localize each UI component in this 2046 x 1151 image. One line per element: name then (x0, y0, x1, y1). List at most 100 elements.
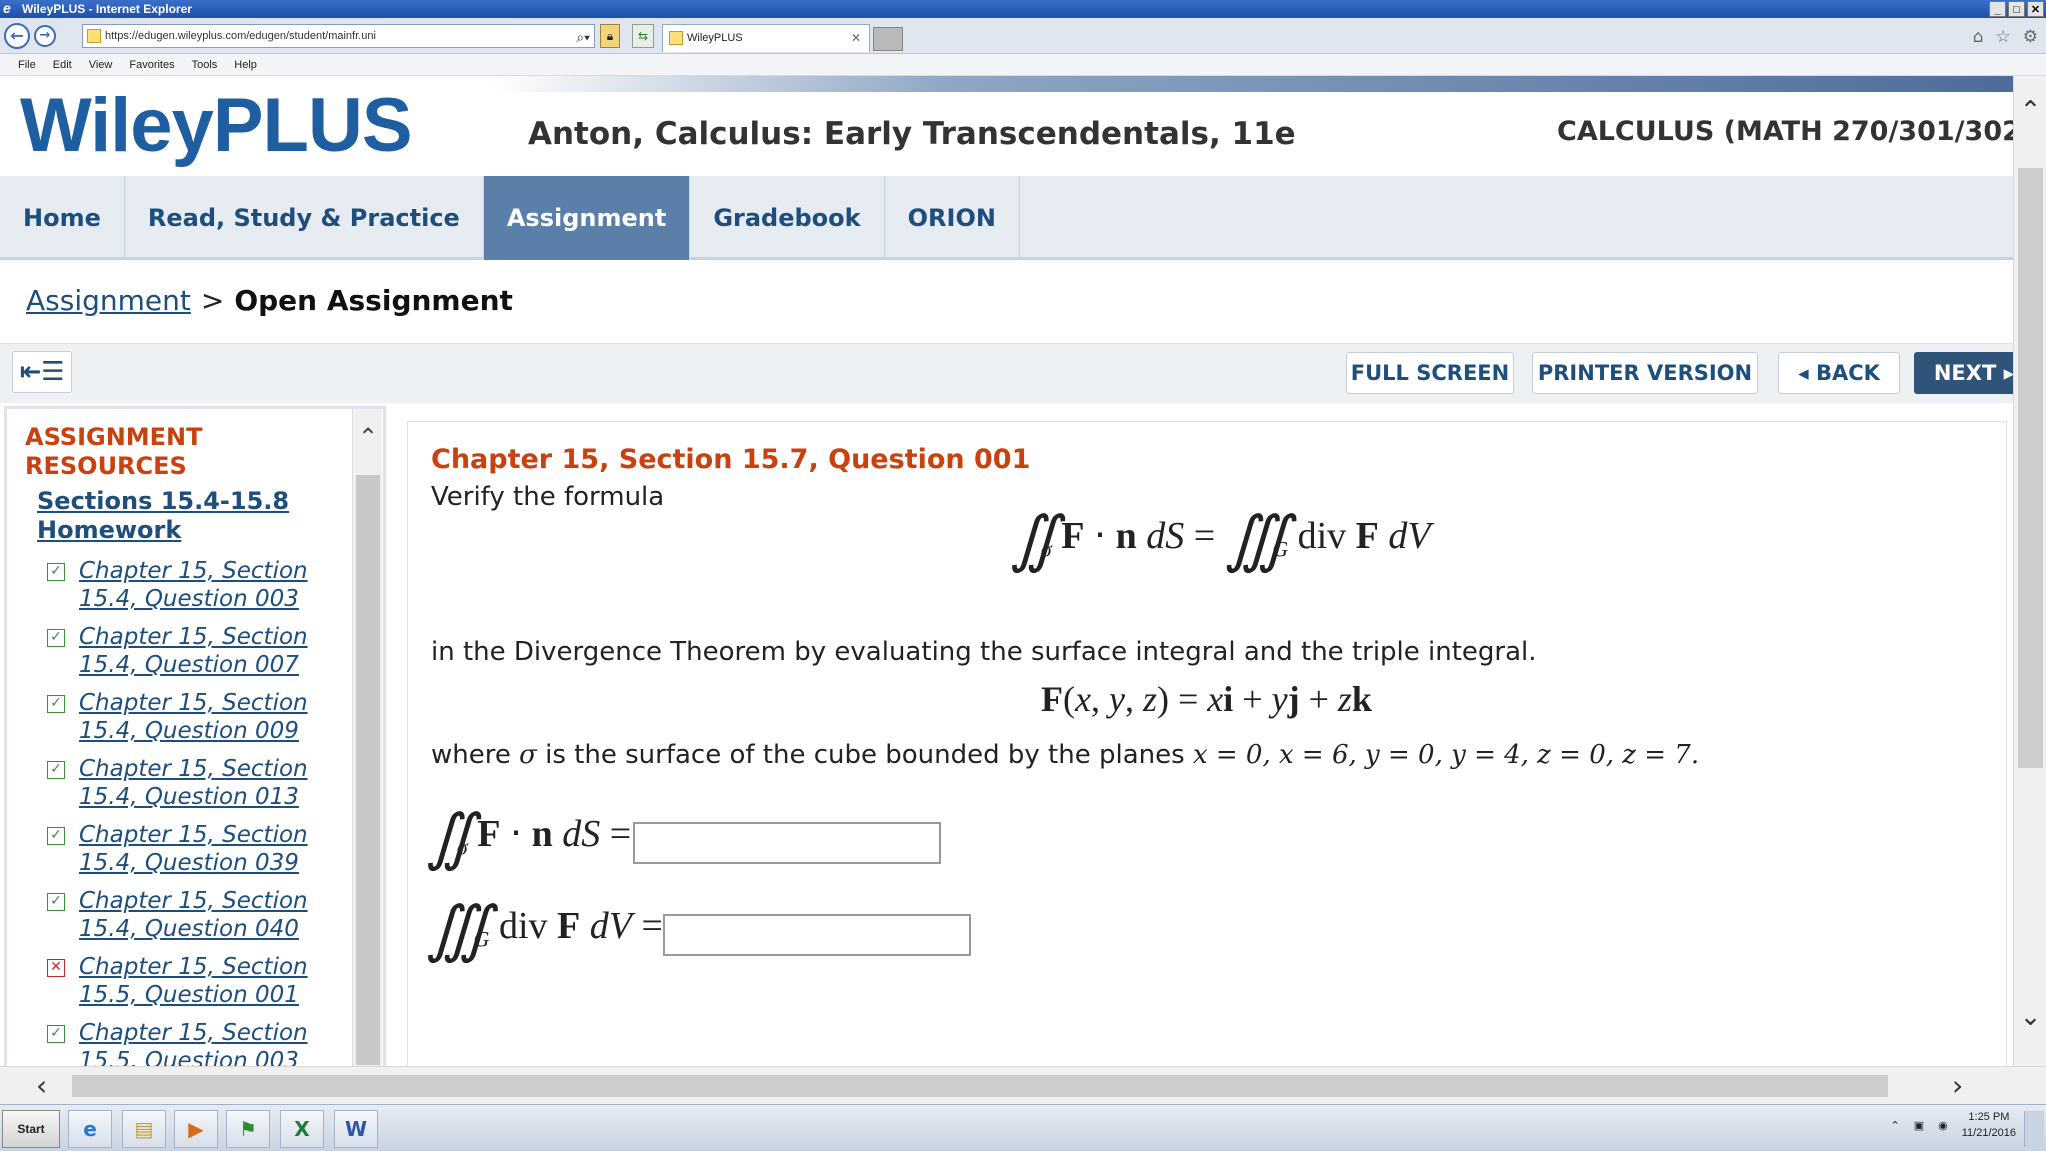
checkmark-icon: ✓ (47, 695, 65, 713)
lock-icon[interactable]: 🔒︎ (600, 24, 620, 48)
chevron-left-icon[interactable]: ‹ (36, 1069, 47, 1102)
internet-explorer-icon[interactable]: e (68, 1110, 112, 1148)
list-item[interactable]: ✓ Chapter 15, Section 15.4, Question 009 (47, 689, 347, 755)
assignment-toolbar: ⇤☰ FULL SCREEN PRINTER VERSION ◂ BACK NE… (0, 343, 2013, 403)
surface-integral-answer-input[interactable] (633, 822, 941, 864)
chevron-right-icon[interactable]: › (1952, 1069, 1963, 1102)
question-link[interactable]: Chapter 15, Section 15.4, Question 009 (79, 690, 308, 744)
sidebar-scroll-thumb[interactable] (356, 475, 380, 1065)
close-window-button[interactable]: ✕ (2027, 1, 2044, 17)
question-list: ✓ Chapter 15, Section 15.4, Question 003… (47, 557, 347, 1066)
site-header: WileyPLUS Anton, Calculus: Early Transce… (0, 76, 2013, 176)
checkmark-icon: ✓ (47, 563, 65, 581)
triple-integral-answer-input[interactable] (663, 914, 971, 956)
start-button[interactable]: Start (2, 1110, 60, 1148)
question-link[interactable]: Chapter 15, Section 15.4, Question 013 (79, 756, 308, 810)
question-link[interactable]: Chapter 15, Section 15.4, Question 003 (79, 558, 308, 612)
next-button[interactable]: NEXT ▸ (1914, 352, 2013, 394)
refresh-icon[interactable]: ⇆ (632, 24, 654, 48)
word-icon[interactable]: W (334, 1110, 378, 1148)
forward-arrow-icon[interactable]: → (34, 25, 56, 47)
question-link[interactable]: Chapter 15, Section 15.4, Question 007 (79, 624, 308, 678)
where-text: is the surface of the cube bounded by th… (545, 740, 1185, 770)
menu-help[interactable]: Help (234, 54, 257, 75)
browser-tab[interactable]: WileyPLUS ✕ (662, 24, 870, 52)
breadcrumb-assignment-link[interactable]: Assignment (26, 284, 191, 317)
address-bar[interactable]: https://edugen.wileyplus.com/edugen/stud… (82, 24, 595, 48)
list-item[interactable]: ✓ Chapter 15, Section 15.4, Question 007 (47, 623, 347, 689)
back-arrow-icon[interactable]: ← (4, 23, 30, 49)
list-item[interactable]: ✓ Chapter 15, Section 15.4, Question 013 (47, 755, 347, 821)
divergence-formula: ∬σ F ⋅ n dS = ∭G div F dV (1010, 506, 1431, 574)
question-link[interactable]: Chapter 15, Section 15.4, Question 039 (79, 822, 308, 876)
favorites-star-icon[interactable]: ☆ (1996, 27, 2011, 47)
homework-link[interactable]: Sections 15.4-15.8 Homework (37, 487, 307, 545)
question-link[interactable]: Chapter 15, Section 15.4, Question 040 (79, 888, 308, 942)
checkmark-icon: ✓ (47, 629, 65, 647)
excel-icon[interactable]: X (280, 1110, 324, 1148)
checkmark-icon: ✓ (47, 1025, 65, 1043)
printer-version-button[interactable]: PRINTER VERSION (1532, 352, 1758, 394)
question-link[interactable]: Chapter 15, Section 15.5, Question 003 (79, 1020, 308, 1066)
chevron-down-icon[interactable]: ⌄ (2014, 1002, 2046, 1032)
page-horizontal-scrollbar[interactable]: ‹ › (0, 1066, 2046, 1104)
system-tray: ⌃ ▣ ◉ 1:25 PM 11/21/2016 (1891, 1109, 2016, 1141)
horizontal-scroll-thumb[interactable] (72, 1075, 1888, 1097)
chevron-up-icon[interactable]: ⌃ (2014, 96, 2046, 126)
network-icon[interactable]: ▣ (1914, 1119, 1924, 1132)
page-vertical-scrollbar[interactable]: ⌃ ⌄ (2013, 76, 2046, 1066)
list-item[interactable]: ✓ Chapter 15, Section 15.4, Question 003 (47, 557, 347, 623)
tab-home[interactable]: Home (0, 176, 125, 260)
menu-view[interactable]: View (89, 54, 113, 75)
question-link[interactable]: Chapter 15, Section 15.5, Question 001 (79, 954, 308, 1008)
show-desktop-button[interactable] (2024, 1111, 2044, 1147)
assignment-resources-panel: ASSIGNMENT RESOURCES Sections 15.4-15.8 … (4, 406, 386, 1066)
menu-file[interactable]: File (18, 54, 36, 75)
back-button[interactable]: ◂ BACK (1778, 352, 1900, 394)
page-viewport: WileyPLUS Anton, Calculus: Early Transce… (0, 76, 2013, 1066)
sidebar-scrollbar[interactable]: ⌃ (352, 409, 382, 1066)
tab-orion[interactable]: ORION (885, 176, 1020, 260)
address-url: https://edugen.wileyplus.com/edugen/stud… (105, 30, 376, 42)
tray-expand-icon[interactable]: ⌃ (1891, 1119, 1900, 1132)
site-favicon-icon (87, 29, 101, 43)
menu-tools[interactable]: Tools (192, 54, 218, 75)
media-player-icon[interactable]: ▶ (174, 1110, 218, 1148)
list-item[interactable]: ✓ Chapter 15, Section 15.4, Question 039 (47, 821, 347, 887)
breadcrumb-separator: > (200, 284, 225, 317)
tab-assignment[interactable]: Assignment (483, 176, 691, 260)
list-item[interactable]: ✕ Chapter 15, Section 15.5, Question 001 (47, 953, 347, 1019)
where-prefix: where (431, 740, 511, 770)
menu-edit[interactable]: Edit (53, 54, 72, 75)
minimize-button[interactable]: _ (1989, 1, 2006, 17)
file-explorer-icon[interactable]: ▤ (122, 1110, 166, 1148)
clock-time: 1:25 PM (1968, 1111, 2010, 1123)
clock[interactable]: 1:25 PM 11/21/2016 (1962, 1109, 2016, 1141)
tab-gradebook[interactable]: Gradebook (690, 176, 885, 260)
tab-title: WileyPLUS (687, 32, 743, 44)
new-tab-button[interactable] (873, 27, 903, 51)
gear-icon[interactable]: ⚙ (2023, 27, 2038, 47)
checkmark-icon: ✓ (47, 761, 65, 779)
vector-field-formula: F(x, y, z) = xi + yj + zk (1041, 679, 1372, 719)
search-icon[interactable]: ⌕▾ (576, 26, 590, 48)
where-sentence: where σ is the surface of the cube bound… (431, 740, 1699, 770)
clock-date: 11/21/2016 (1961, 1127, 2016, 1139)
volume-icon[interactable]: ◉ (1938, 1119, 1948, 1132)
collapse-sidebar-icon[interactable]: ⇤☰ (12, 351, 72, 393)
maximize-button[interactable]: □ (2008, 1, 2025, 17)
breadcrumb: Assignment > Open Assignment (26, 284, 513, 317)
list-item[interactable]: ✓ Chapter 15, Section 15.5, Question 003 (47, 1019, 347, 1066)
vertical-scroll-thumb[interactable] (2018, 168, 2043, 768)
list-item[interactable]: ✓ Chapter 15, Section 15.4, Question 040 (47, 887, 347, 953)
close-tab-icon[interactable]: ✕ (851, 25, 861, 51)
window-controls: _ □ ✕ (1989, 1, 2044, 17)
ie-logo-icon: e (3, 0, 11, 16)
chevron-up-icon[interactable]: ⌃ (353, 423, 383, 451)
publisher-icon[interactable]: ⚑ (226, 1110, 270, 1148)
full-screen-button[interactable]: FULL SCREEN (1346, 352, 1514, 394)
menu-favorites[interactable]: Favorites (129, 54, 174, 75)
tab-read-study-practice[interactable]: Read, Study & Practice (125, 176, 484, 260)
home-icon[interactable]: ⌂ (1973, 27, 1984, 47)
question-body: in the Divergence Theorem by evaluating … (431, 637, 1537, 667)
